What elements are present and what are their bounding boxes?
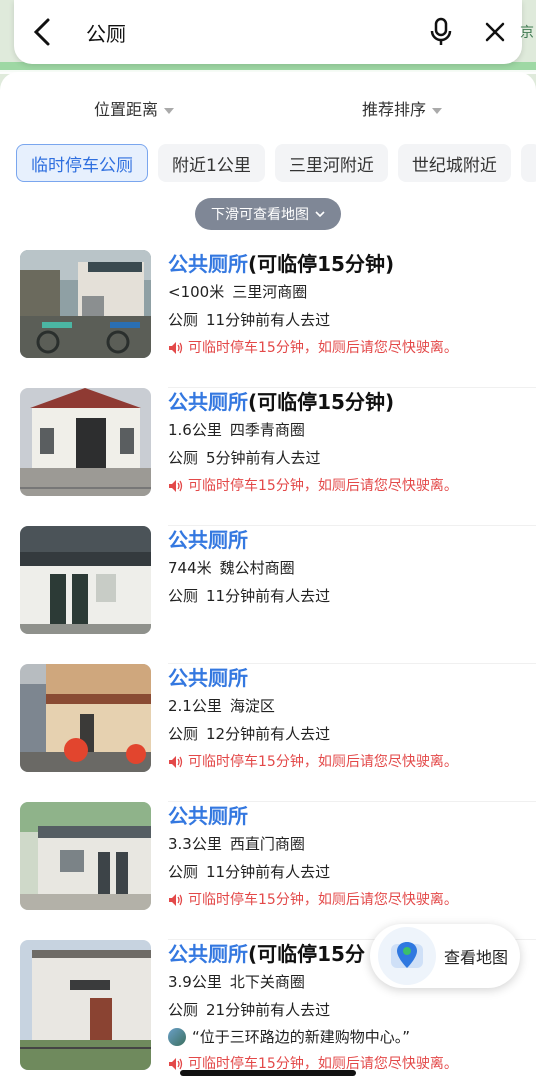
result-title-extra: (可临停15分	[248, 942, 365, 966]
back-arrow-icon[interactable]	[14, 0, 70, 64]
result-type: 公厕	[168, 725, 199, 743]
result-title: 公共厕所	[168, 942, 248, 966]
result-type: 公厕	[168, 449, 199, 467]
result-area: 三里河商圈	[232, 283, 308, 301]
result-type: 公厕	[168, 1001, 199, 1019]
result-type: 公厕	[168, 863, 199, 881]
result-area: 北下关商圈	[229, 973, 305, 991]
result-title-extra: (可临停15分钟)	[248, 390, 395, 414]
toilet-photo	[20, 940, 151, 1070]
review-quote: “位于三环路边的新建购物中心。”	[192, 1028, 411, 1046]
parking-notice: 可临时停车15分钟，如厕后请您尽快驶离。	[188, 754, 458, 770]
toilet-photo	[20, 664, 151, 772]
result-area: 四季青商圈	[229, 421, 305, 439]
result-visited: 11分钟前有人去过	[206, 863, 331, 881]
swipe-hint[interactable]: 下滑可查看地图	[195, 198, 341, 230]
sort-filter[interactable]: 推荐排序	[268, 96, 536, 120]
review-avatar	[168, 1028, 186, 1046]
quick-filter-chips: 临时停车公厕 附近1公里 三里河附近 世纪城附近	[0, 144, 536, 184]
result-distance: <100米	[168, 283, 225, 301]
result-title: 公共厕所	[168, 666, 248, 690]
home-indicator[interactable]	[180, 1070, 356, 1076]
parking-notice: 可临时停车15分钟，如厕后请您尽快驶离。	[188, 892, 458, 908]
list-item[interactable]: 公共厕所 3.3公里 西直门商圈 公厕 11分钟前有人去过 可临时停车15分钟，如厕…	[0, 802, 536, 940]
result-distance: 1.6公里	[168, 421, 222, 439]
result-title: 公共厕所	[168, 804, 248, 828]
result-distance: 3.3公里	[168, 835, 222, 853]
distance-filter[interactable]: 位置距离	[0, 96, 268, 120]
result-title: 公共厕所	[168, 528, 248, 552]
speaker-icon	[169, 342, 183, 354]
filter-bar: 位置距离 推荐排序	[0, 72, 536, 144]
close-icon[interactable]	[468, 0, 522, 64]
result-distance: 3.9公里	[168, 973, 222, 991]
chip-more[interactable]	[520, 144, 536, 182]
view-map-label: 查看地图	[444, 948, 509, 967]
parking-notice: 可临时停车15分钟，如厕后请您尽快驶离。	[188, 478, 458, 494]
map-label-fragment: 京	[520, 25, 534, 41]
result-area: 西直门商圈	[229, 835, 305, 853]
result-title: 公共厕所	[168, 390, 248, 414]
toilet-photo	[20, 388, 151, 496]
chevron-down-icon	[432, 107, 442, 114]
result-title: 公共厕所	[168, 252, 248, 276]
result-type: 公厕	[168, 587, 199, 605]
speaker-icon	[169, 1058, 183, 1070]
map-pin-icon	[378, 927, 436, 985]
result-visited: 21分钟前有人去过	[206, 1001, 331, 1019]
speaker-icon	[169, 480, 183, 492]
chip-shijicheng[interactable]: 世纪城附近	[397, 144, 511, 182]
search-bar: 公厕	[14, 0, 522, 64]
result-distance: 2.1公里	[168, 697, 222, 715]
list-item[interactable]: 公共厕所 744米 魏公村商圈 公厕 11分钟前有人去过	[0, 526, 536, 664]
search-input[interactable]: 公厕	[70, 18, 414, 47]
toilet-photo	[20, 526, 151, 634]
result-visited: 5分钟前有人去过	[206, 449, 321, 467]
result-distance: 744米	[168, 559, 212, 577]
chevron-down-icon	[315, 211, 325, 218]
speaker-icon	[169, 756, 183, 768]
chip-temporary-parking[interactable]: 临时停车公厕	[16, 144, 148, 182]
result-visited: 11分钟前有人去过	[206, 587, 331, 605]
speaker-icon	[169, 894, 183, 906]
chip-sanlihe[interactable]: 三里河附近	[274, 144, 388, 182]
sort-filter-label: 推荐排序	[361, 100, 426, 119]
list-item[interactable]: 公共厕所(可临停15分钟) <100米 三里河商圈 公厕 11分钟前有人去过 可临时…	[0, 250, 536, 388]
microphone-icon[interactable]	[414, 0, 468, 64]
result-area: 海淀区	[229, 697, 275, 715]
list-item[interactable]: 公共厕所(可临停15分钟) 1.6公里 四季青商圈 公厕 5分钟前有人去过 可临时停…	[0, 388, 536, 526]
toilet-photo	[20, 802, 151, 910]
result-type: 公厕	[168, 311, 199, 329]
swipe-hint-text: 下滑可查看地图	[211, 207, 309, 223]
result-title-extra: (可临停15分钟)	[248, 252, 395, 276]
result-visited: 12分钟前有人去过	[206, 725, 331, 743]
chip-nearby-1km[interactable]: 附近1公里	[158, 144, 265, 182]
toilet-photo	[20, 250, 151, 358]
result-visited: 11分钟前有人去过	[206, 311, 331, 329]
distance-filter-label: 位置距离	[93, 100, 158, 119]
view-map-button[interactable]: 查看地图	[370, 924, 520, 988]
result-area: 魏公村商圈	[219, 559, 295, 577]
parking-notice: 可临时停车15分钟，如厕后请您尽快驶离。	[188, 340, 458, 356]
list-item[interactable]: 公共厕所 2.1公里 海淀区 公厕 12分钟前有人去过 可临时停车15分钟，如厕后请…	[0, 664, 536, 802]
chevron-down-icon	[164, 107, 174, 114]
